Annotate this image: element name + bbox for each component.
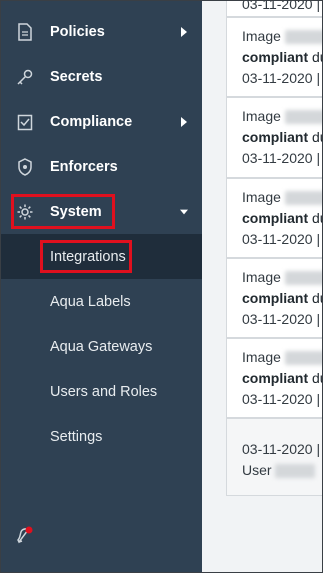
sidebar-item-label: Secrets <box>50 68 103 85</box>
chevron-down-icon <box>180 207 188 217</box>
notification-card[interactable]: Image compliant du 03-11-2020 | <box>226 97 322 178</box>
notification-card[interactable]: Image compliant du 03-11-2020 | <box>226 258 322 338</box>
card-status-text: compliant <box>242 49 309 65</box>
sidebar-item-label: Enforcers <box>50 158 118 175</box>
card-line-1: Image <box>242 267 322 288</box>
chevron-right-icon <box>180 116 188 127</box>
redacted-text <box>284 30 322 45</box>
card-user-label: User <box>242 462 272 478</box>
key-icon <box>16 68 34 86</box>
sidebar-item-secrets[interactable]: Secrets <box>1 54 202 99</box>
card-line-2: compliant du <box>242 288 322 309</box>
sidebar-subitem-label: Users and Roles <box>50 383 158 400</box>
card-date-text: 03-11-2020 | <box>242 231 321 247</box>
card-line-label: Image <box>242 349 281 365</box>
card-date-text: 03-11-2020 | <box>242 441 321 457</box>
notification-card[interactable]: Image compliant du 03-11-2020 | <box>226 178 322 258</box>
sidebar-item-label: Compliance <box>50 113 133 130</box>
clipboard-icon <box>16 113 34 131</box>
card-status-tail: du <box>312 370 322 386</box>
notification-bell-icon[interactable] <box>14 524 36 546</box>
card-line-1: Image <box>242 347 322 368</box>
notification-card[interactable]: Image compliant du 03-11-2020 | <box>226 338 322 418</box>
card-line-2: User <box>242 460 316 481</box>
sidebar: Policies Secrets Compliance Enforcers Sy… <box>1 1 202 572</box>
notification-card[interactable]: 03-11-2020 | <box>226 0 322 17</box>
sidebar-item-compliance[interactable]: Compliance <box>1 99 202 144</box>
card-date-text: 03-11-2020 | <box>242 150 321 166</box>
card-line-2: compliant du <box>242 47 322 68</box>
card-date-text: 03-11-2020 | <box>242 391 321 407</box>
card-line-label: Image <box>242 28 281 44</box>
highlight-box-system <box>11 194 115 229</box>
card-date-text: 03-11-2020 | <box>242 70 321 86</box>
sidebar-subitem-label: Settings <box>50 428 103 445</box>
card-line-2: compliant du <box>242 368 322 389</box>
sidebar-subitem-aqua-gateways[interactable]: Aqua Gateways <box>1 324 202 369</box>
sidebar-item-label: Policies <box>50 23 105 40</box>
card-line-label: Image <box>242 269 281 285</box>
policies-icon <box>16 22 34 41</box>
app-window: Policies Secrets Compliance Enforcers Sy… <box>0 0 323 573</box>
sidebar-subitem-label: Aqua Labels <box>50 293 131 310</box>
sidebar-subitem-label: Aqua Gateways <box>50 338 153 355</box>
redacted-text <box>284 110 322 125</box>
card-line-2: compliant du <box>242 208 322 229</box>
card-status-text: compliant <box>242 210 309 226</box>
card-status-tail: du <box>312 49 322 65</box>
card-status-tail: du <box>312 290 322 306</box>
redacted-text <box>284 191 322 206</box>
chevron-right-icon <box>180 26 188 37</box>
card-status-text: compliant <box>242 370 309 386</box>
card-status-text: compliant <box>242 129 309 145</box>
card-date-text: 03-11-2020 | <box>242 0 321 12</box>
redacted-text <box>284 271 322 286</box>
redacted-text <box>284 351 322 366</box>
notification-card[interactable]: Image compliant du 03-11-2020 | <box>226 17 322 97</box>
card-line-1: Image <box>242 187 322 208</box>
card-status-tail: du <box>312 129 322 145</box>
redacted-text <box>275 464 316 479</box>
card-line-2: compliant du <box>242 127 322 148</box>
sidebar-subitem-settings[interactable]: Settings <box>1 414 202 459</box>
card-line-1: Image <box>242 106 322 127</box>
sidebar-item-enforcers[interactable]: Enforcers <box>1 144 202 189</box>
card-status-tail: du <box>312 210 322 226</box>
card-line-label: Image <box>242 189 281 205</box>
card-status-text: compliant <box>242 290 309 306</box>
card-line-1: Image <box>242 26 322 47</box>
notification-card[interactable]: 03-11-2020 | User <box>226 418 322 496</box>
main-content: 03-11-2020 | Image compliant du 03-11-20… <box>202 0 322 572</box>
highlight-box-integrations <box>40 240 132 273</box>
card-date-text: 03-11-2020 | <box>242 311 321 327</box>
card-line-label: Image <box>242 108 281 124</box>
shield-icon <box>16 157 34 176</box>
sidebar-item-policies[interactable]: Policies <box>1 9 202 54</box>
sidebar-subitem-aqua-labels[interactable]: Aqua Labels <box>1 279 202 324</box>
sidebar-subitem-users-and-roles[interactable]: Users and Roles <box>1 369 202 414</box>
